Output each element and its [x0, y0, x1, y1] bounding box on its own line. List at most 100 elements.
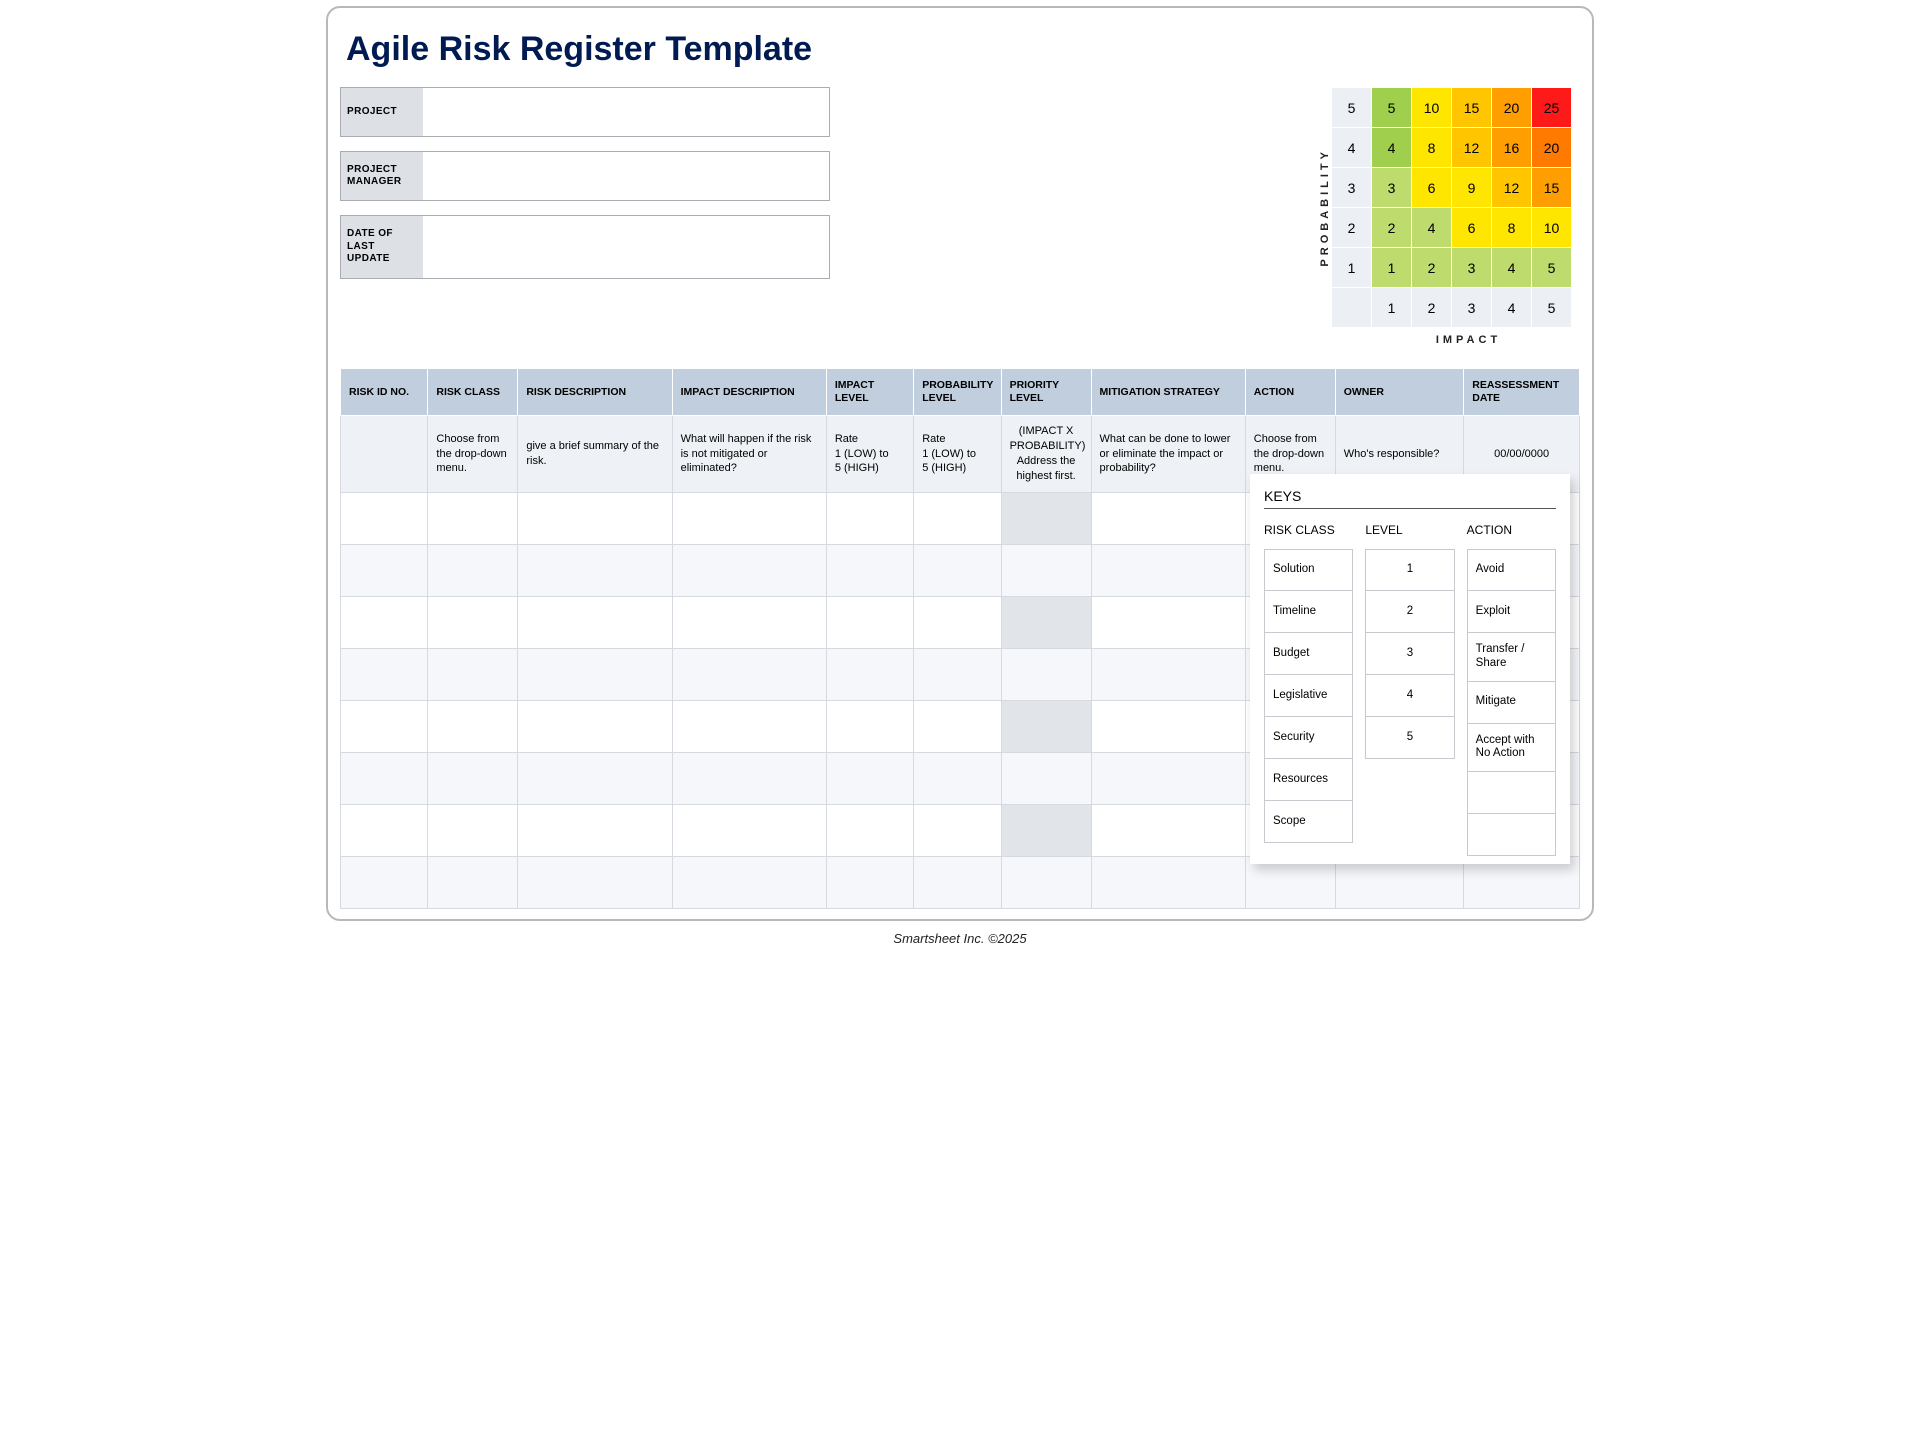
data-cell[interactable]: [914, 648, 1001, 700]
data-cell[interactable]: [826, 804, 913, 856]
data-cell[interactable]: [1001, 700, 1091, 752]
data-cell[interactable]: [1091, 856, 1245, 908]
input-project-manager[interactable]: [423, 152, 829, 200]
data-cell[interactable]: [341, 752, 428, 804]
data-cell[interactable]: [672, 804, 826, 856]
data-cell[interactable]: [914, 804, 1001, 856]
hint-cell: Choose from the drop-down menu.: [428, 416, 518, 492]
data-cell[interactable]: [672, 544, 826, 596]
data-cell[interactable]: [826, 544, 913, 596]
data-cell[interactable]: [672, 752, 826, 804]
label-project-manager: PROJECT MANAGER: [341, 152, 423, 200]
data-cell[interactable]: [341, 856, 428, 908]
col-header: IMPACT DESCRIPTION: [672, 369, 826, 416]
keys-divider: [1264, 508, 1556, 509]
data-cell[interactable]: [1091, 596, 1245, 648]
data-cell[interactable]: [914, 544, 1001, 596]
col-header: RISK CLASS: [428, 369, 518, 416]
data-cell[interactable]: [826, 492, 913, 544]
data-cell[interactable]: [1001, 648, 1091, 700]
keys-item: 5: [1365, 717, 1454, 759]
matrix-cell: 5: [1532, 248, 1572, 288]
data-cell[interactable]: [341, 648, 428, 700]
data-cell[interactable]: [428, 648, 518, 700]
data-cell[interactable]: [1091, 492, 1245, 544]
data-cell[interactable]: [518, 856, 672, 908]
input-project[interactable]: [423, 88, 829, 136]
data-cell[interactable]: [428, 544, 518, 596]
data-cell[interactable]: [1001, 544, 1091, 596]
data-cell[interactable]: [518, 804, 672, 856]
keys-title: KEYS: [1264, 488, 1556, 504]
matrix-y-axis-label: PROBABILITY: [1313, 148, 1331, 267]
input-date-update[interactable]: [423, 216, 829, 278]
data-cell[interactable]: [341, 492, 428, 544]
matrix-cell: 10: [1532, 208, 1572, 248]
data-cell[interactable]: [826, 856, 913, 908]
data-cell[interactable]: [518, 700, 672, 752]
data-cell[interactable]: [1091, 752, 1245, 804]
keys-col-header: ACTION: [1467, 523, 1556, 537]
data-cell[interactable]: [672, 648, 826, 700]
matrix-cell: 3: [1372, 168, 1412, 208]
matrix-cell: 2: [1372, 208, 1412, 248]
data-cell[interactable]: [341, 700, 428, 752]
data-cell[interactable]: [518, 596, 672, 648]
data-cell[interactable]: [672, 856, 826, 908]
data-cell[interactable]: [428, 700, 518, 752]
data-cell[interactable]: [428, 596, 518, 648]
matrix-row-header: 1: [1332, 248, 1372, 288]
keys-item: [1467, 814, 1556, 856]
keys-item: Budget: [1264, 633, 1353, 675]
keys-item: 4: [1365, 675, 1454, 717]
data-cell[interactable]: [428, 804, 518, 856]
data-cell[interactable]: [914, 700, 1001, 752]
data-cell[interactable]: [672, 596, 826, 648]
data-cell[interactable]: [1091, 804, 1245, 856]
data-cell[interactable]: [1091, 700, 1245, 752]
data-cell[interactable]: [1001, 804, 1091, 856]
keys-item: Scope: [1264, 801, 1353, 843]
data-cell[interactable]: [1001, 752, 1091, 804]
data-cell[interactable]: [518, 492, 672, 544]
keys-item: Legislative: [1264, 675, 1353, 717]
data-cell[interactable]: [518, 544, 672, 596]
data-cell[interactable]: [914, 856, 1001, 908]
keys-item: Exploit: [1467, 591, 1556, 633]
data-cell[interactable]: [518, 648, 672, 700]
data-cell[interactable]: [428, 752, 518, 804]
col-header: MITIGATION STRATEGY: [1091, 369, 1245, 416]
matrix-cell: 12: [1452, 128, 1492, 168]
data-cell[interactable]: [826, 752, 913, 804]
hint-cell: What can be done to lower or eliminate t…: [1091, 416, 1245, 492]
data-cell[interactable]: [428, 492, 518, 544]
data-cell[interactable]: [341, 804, 428, 856]
col-header: IMPACT LEVEL: [826, 369, 913, 416]
data-cell[interactable]: [826, 596, 913, 648]
matrix-cell: 4: [1412, 208, 1452, 248]
matrix-row-header: 5: [1332, 88, 1372, 128]
matrix-cell: 8: [1492, 208, 1532, 248]
data-cell[interactable]: [1001, 596, 1091, 648]
data-cell[interactable]: [826, 648, 913, 700]
data-cell[interactable]: [1091, 544, 1245, 596]
col-header: REASSESSMENT DATE: [1464, 369, 1580, 416]
data-cell[interactable]: [1091, 648, 1245, 700]
data-cell[interactable]: [341, 544, 428, 596]
data-cell[interactable]: [914, 596, 1001, 648]
data-cell[interactable]: [914, 492, 1001, 544]
col-header: RISK DESCRIPTION: [518, 369, 672, 416]
data-cell[interactable]: [428, 856, 518, 908]
keys-col-header: LEVEL: [1365, 523, 1454, 537]
data-cell[interactable]: [826, 700, 913, 752]
data-cell[interactable]: [672, 492, 826, 544]
data-cell[interactable]: [341, 596, 428, 648]
data-cell[interactable]: [1001, 856, 1091, 908]
matrix-cell: 12: [1492, 168, 1532, 208]
data-cell[interactable]: [1001, 492, 1091, 544]
data-cell[interactable]: [914, 752, 1001, 804]
data-cell[interactable]: [672, 700, 826, 752]
matrix-col-header: 5: [1532, 288, 1572, 328]
data-cell[interactable]: [518, 752, 672, 804]
keys-item: 1: [1365, 549, 1454, 591]
